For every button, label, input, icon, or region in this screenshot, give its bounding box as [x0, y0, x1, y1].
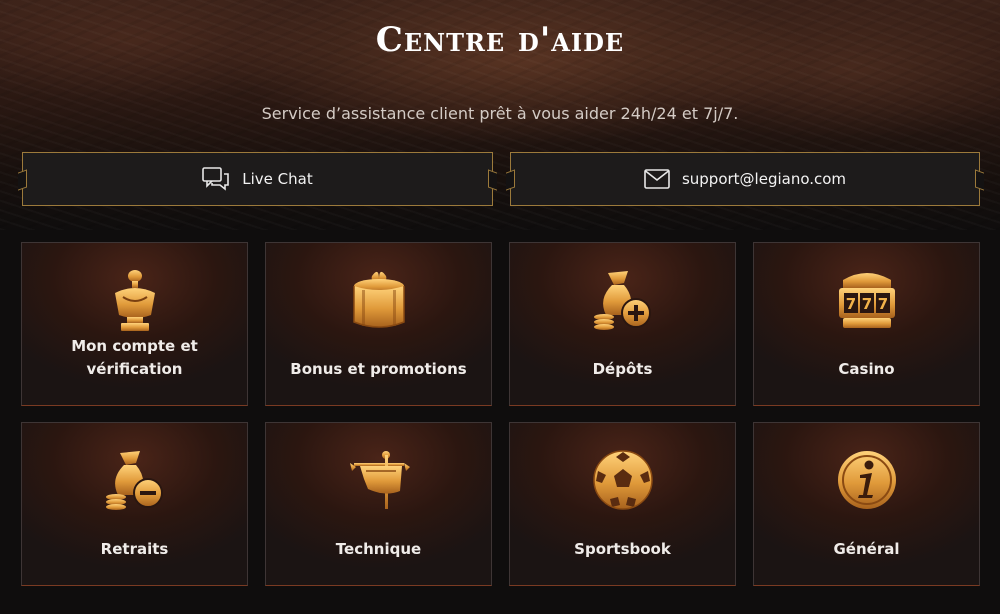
category-label: Bonus et promotions	[290, 360, 467, 378]
live-chat-button[interactable]: Live Chat	[22, 152, 493, 206]
page-subtitle: Service d’assistance client prêt à vous …	[261, 104, 739, 123]
svg-text:7: 7	[845, 295, 855, 313]
live-chat-label: Live Chat	[242, 170, 313, 188]
email-support-label: support@legiano.com	[681, 170, 847, 188]
money-bag-minus-icon	[22, 447, 247, 513]
money-bag-plus-icon	[510, 267, 735, 333]
category-label: Dépôts	[592, 360, 653, 378]
svg-text:7: 7	[861, 295, 871, 313]
gift-box-icon	[266, 267, 491, 333]
category-label: Général	[833, 540, 900, 558]
category-card-deposits[interactable]: Dépôts	[509, 242, 736, 406]
category-card-casino[interactable]: 7 7 7 Casino	[753, 242, 980, 406]
category-card-bonus[interactable]: Bonus et promotions	[265, 242, 492, 406]
slot-machine-icon: 7 7 7	[754, 267, 979, 333]
category-card-sportsbook[interactable]: Sportsbook	[509, 422, 736, 586]
info-icon	[754, 447, 979, 513]
category-card-withdrawals[interactable]: Retraits	[21, 422, 248, 586]
soccer-ball-icon	[510, 447, 735, 513]
page-title: Centre d'aide	[375, 20, 625, 60]
category-label: Retraits	[100, 540, 169, 558]
category-card-general[interactable]: Général	[753, 422, 980, 586]
war-banner-icon	[266, 447, 491, 513]
category-label: Sportsbook	[574, 540, 671, 558]
svg-text:7: 7	[877, 295, 887, 313]
category-label: Mon compte et vérification	[71, 337, 198, 378]
envelope-icon	[644, 169, 670, 189]
category-label: Casino	[838, 360, 895, 378]
bust-statue-icon	[22, 267, 247, 333]
category-card-account[interactable]: Mon compte et vérification	[21, 242, 248, 406]
category-card-technical[interactable]: Technique	[265, 422, 492, 586]
chat-bubbles-icon	[202, 167, 230, 191]
email-support-button[interactable]: support@legiano.com	[510, 152, 980, 206]
category-label: Technique	[335, 540, 422, 558]
